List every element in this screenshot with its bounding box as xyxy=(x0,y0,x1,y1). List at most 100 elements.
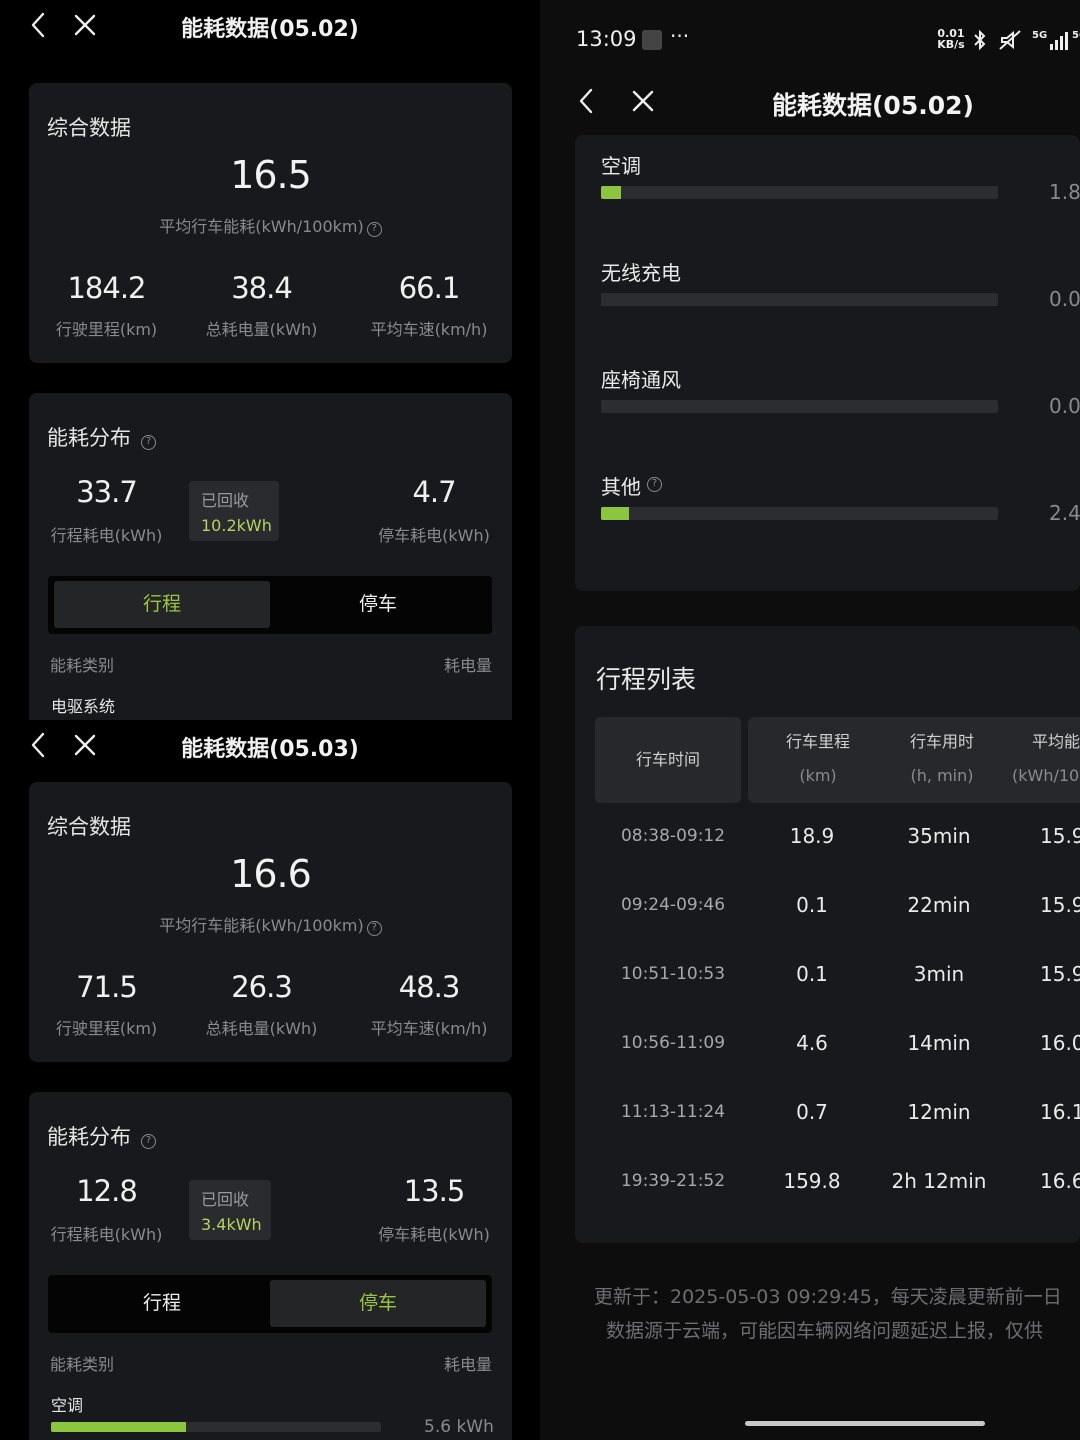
bluetooth-icon xyxy=(970,28,990,52)
category-bar-fill xyxy=(601,507,629,520)
energy-panel-0503: 能耗数据(05.03) 综合数据 16.6 平均行车能耗(kWh/100km)?… xyxy=(0,720,540,1440)
trip-distance: 0.1 xyxy=(796,893,828,917)
category-bar xyxy=(601,186,998,199)
trip-distance: 18.9 xyxy=(789,824,835,848)
update-note: 更新于：2025-05-03 09:29:45，每天凌晨更新前一日 xyxy=(594,1286,1062,1308)
category-name: 空调 xyxy=(601,154,641,178)
trip-park-toggle: 行程 停车 xyxy=(48,576,492,634)
trip-distance: 0.7 xyxy=(796,1100,828,1124)
category-bar-fill xyxy=(51,1422,187,1432)
category-bar xyxy=(601,507,998,520)
stat-value: 48.3 xyxy=(398,970,461,1004)
stat-label: 行驶里程(km) xyxy=(55,320,158,339)
home-indicator[interactable] xyxy=(745,1421,985,1426)
data-source-note: 数据源于云端，可能因车辆网络问题延迟上报，仅供 xyxy=(606,1320,1044,1342)
back-icon[interactable] xyxy=(572,86,602,116)
avg-consumption-value: 16.5 xyxy=(230,153,312,197)
page-title: 能耗数据(05.02) xyxy=(772,91,974,120)
trip-avg-consumption: 16.0 xyxy=(1040,1031,1080,1055)
category-value: 0.0 xyxy=(1049,394,1080,418)
summary-card: 综合数据 16.5 平均行车能耗(kWh/100km)? 184.2 行驶里程(… xyxy=(29,83,512,363)
recovered-badge: 已回收 10.2kWh xyxy=(189,481,279,541)
header-avg-unit: (kWh/10 xyxy=(1012,766,1080,785)
svg-text:5G: 5G xyxy=(1032,30,1047,41)
close-icon[interactable] xyxy=(628,86,658,116)
trip-avg-consumption: 16.1 xyxy=(1040,1100,1080,1124)
amount-column-header: 耗电量 xyxy=(443,656,492,675)
recovered-label: 已回收 xyxy=(201,1190,250,1209)
park-consumption-label: 停车耗电(kWh) xyxy=(378,1225,490,1244)
svg-text:5G: 5G xyxy=(1072,30,1080,41)
stat-label: 平均车速(km/h) xyxy=(370,320,488,339)
header-avg-label: 平均能 xyxy=(1032,732,1080,751)
trip-time: 10:56-11:09 xyxy=(620,1033,726,1053)
trip-distance: 0.1 xyxy=(796,962,828,986)
tab-park[interactable]: 停车 xyxy=(270,1280,486,1327)
status-time: 13:09 xyxy=(576,27,637,51)
summary-card: 综合数据 16.6 平均行车能耗(kWh/100km)? 71.5 行驶里程(k… xyxy=(29,782,512,1062)
trip-consumption-value: 33.7 xyxy=(76,475,138,509)
category-bar xyxy=(51,1422,381,1432)
trip-duration: 2h 12min xyxy=(891,1169,987,1193)
energy-panel-0502: 能耗数据(05.02) 综合数据 16.5 平均行车能耗(kWh/100km)?… xyxy=(0,0,540,720)
recovered-value: 3.4kWh xyxy=(201,1215,262,1234)
trip-duration: 35min xyxy=(907,824,971,848)
category-value: 1.8 xyxy=(1049,180,1080,204)
category-name: 座椅通风 xyxy=(601,368,681,392)
signal-icon: 5G 5G xyxy=(1032,28,1080,52)
header-time[interactable]: 行车时间 xyxy=(595,717,741,803)
trip-time: 09:24-09:46 xyxy=(620,895,726,915)
trip-avg-consumption: 15.9 xyxy=(1040,962,1080,986)
park-consumption-label: 停车耗电(kWh) xyxy=(378,526,490,545)
distribution-heading: 能耗分布? xyxy=(47,1121,156,1151)
recovered-value: 10.2kWh xyxy=(201,516,272,535)
header-distance-label: 行车里程 xyxy=(785,732,850,751)
app-notification-icon xyxy=(642,30,662,50)
stat-value: 38.4 xyxy=(231,271,293,305)
trip-consumption-label: 行程耗电(kWh) xyxy=(50,1225,163,1244)
avg-consumption-label: 平均行车能耗(kWh/100km)? xyxy=(29,213,512,237)
trip-duration: 3min xyxy=(913,962,965,986)
help-icon[interactable]: ? xyxy=(366,921,382,936)
category-item: 空调 xyxy=(51,1396,84,1415)
trip-avg-consumption: 16.6 xyxy=(1040,1169,1080,1193)
trip-time: 11:13-11:24 xyxy=(620,1102,726,1122)
category-name: 无线充电 xyxy=(601,261,681,285)
category-column-header: 能耗类别 xyxy=(50,656,115,675)
category-bar-fill xyxy=(601,186,621,199)
tab-park[interactable]: 停车 xyxy=(270,581,486,628)
tab-trip[interactable]: 行程 xyxy=(54,581,270,628)
trip-time: 08:38-09:12 xyxy=(620,826,726,846)
summary-heading: 综合数据 xyxy=(47,815,131,839)
page-title: 能耗数据(05.02) xyxy=(181,17,359,42)
help-icon[interactable]: ? xyxy=(141,1134,156,1149)
help-icon[interactable]: ? xyxy=(141,435,156,450)
category-column-header: 能耗类别 xyxy=(50,1355,115,1374)
avg-consumption-label: 平均行车能耗(kWh/100km)? xyxy=(29,912,512,936)
amount-column-header: 耗电量 xyxy=(443,1355,492,1374)
category-value: 0.0 xyxy=(1049,287,1080,311)
park-consumption-value: 4.7 xyxy=(412,475,456,509)
energy-detail-panel: 13:09 ··· 0.01 KB/s 5G 5G 能耗数据(05.02) 空调… xyxy=(540,0,1080,1440)
help-icon[interactable]: ? xyxy=(647,477,662,492)
summary-heading: 综合数据 xyxy=(47,116,131,140)
category-bar xyxy=(601,293,998,306)
trip-avg-consumption: 15.9 xyxy=(1040,824,1080,848)
distribution-heading: 能耗分布? xyxy=(47,422,156,452)
trip-list-heading: 行程列表 xyxy=(596,665,697,694)
trip-park-toggle: 行程 停车 xyxy=(48,1275,492,1333)
stat-value: 66.1 xyxy=(398,271,461,305)
header-duration-label: 行车用时 xyxy=(909,732,974,751)
stat-value: 71.5 xyxy=(76,970,138,1004)
tab-trip[interactable]: 行程 xyxy=(54,1280,270,1327)
stat-value: 26.3 xyxy=(231,970,293,1004)
network-speed: 0.01 KB/s xyxy=(937,27,965,51)
trip-consumption-value: 12.8 xyxy=(76,1174,138,1208)
header-metrics: 行车里程 (km) 行车用时 (h, min) 平均能 (kWh/10 xyxy=(748,717,1080,803)
category-name: 其他 xyxy=(601,475,641,499)
stat-value: 184.2 xyxy=(67,271,146,305)
help-icon[interactable]: ? xyxy=(366,222,382,237)
category-value: 2.4 xyxy=(1049,501,1080,525)
category-item: 电驱系统 xyxy=(51,697,116,716)
header-duration-unit: (h, min) xyxy=(910,766,974,785)
